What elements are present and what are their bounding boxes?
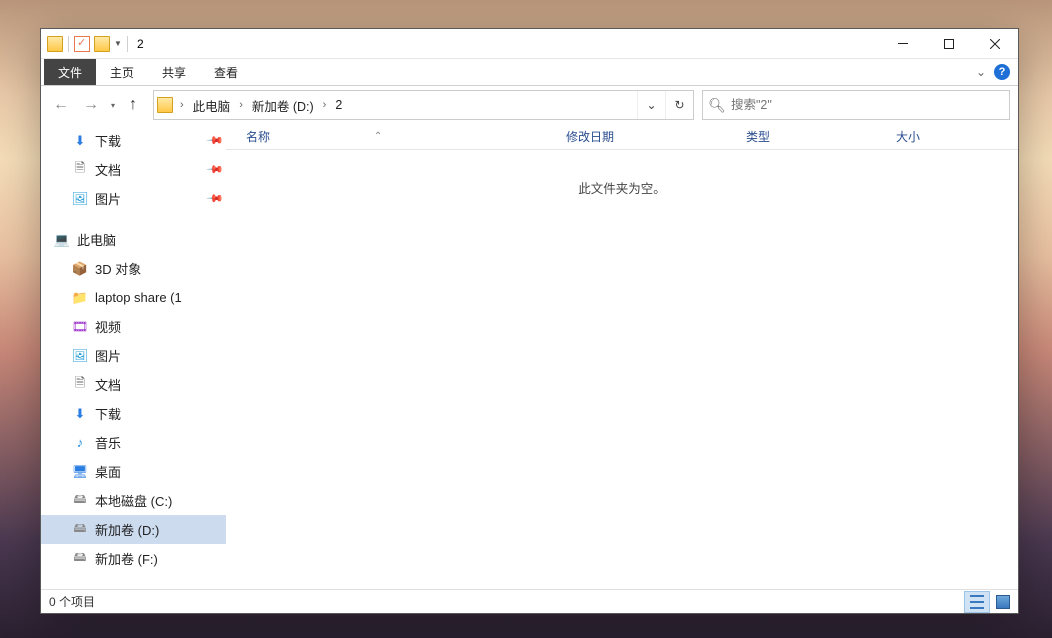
sidebar-item-pictures[interactable]: 🖼图片 <box>41 341 226 370</box>
thumbnails-view-icon <box>996 595 1010 609</box>
sidebar-item-documents[interactable]: 🗎文档📌 <box>41 155 226 184</box>
column-name[interactable]: 名称⌃ <box>246 128 566 145</box>
search-box[interactable]: 🔍︎ <box>702 90 1010 120</box>
close-button[interactable] <box>972 29 1018 59</box>
sidebar-item-disk-d[interactable]: 🖴新加卷 (D:) <box>41 515 226 544</box>
minimize-button[interactable] <box>880 29 926 59</box>
navigation-pane[interactable]: ⬇下载📌 🗎文档📌 🖼图片📌 💻此电脑 📦3D 对象 📁laptop share… <box>41 124 226 589</box>
title-bar[interactable]: ▼ 2 <box>41 29 1018 59</box>
sidebar-item-disk-e[interactable]: 🖴新加卷 (F:) <box>41 544 226 573</box>
tab-view[interactable]: 查看 <box>200 59 252 85</box>
sidebar-item-desktop[interactable]: 🖥桌面 <box>41 457 226 486</box>
sidebar-item-downloads[interactable]: ⬇下载📌 <box>41 126 226 155</box>
details-view-button[interactable] <box>964 591 990 613</box>
sidebar-item-laptop-share[interactable]: 📁laptop share (1 <box>41 283 226 312</box>
chevron-right-icon[interactable]: › <box>176 99 188 111</box>
tab-file[interactable]: 文件 <box>44 59 96 85</box>
pin-icon: 📌 <box>206 131 225 150</box>
column-size[interactable]: 大小 <box>896 128 996 145</box>
tab-share[interactable]: 共享 <box>148 59 200 85</box>
tab-home[interactable]: 主页 <box>96 59 148 85</box>
qat-dropdown-icon[interactable]: ▼ <box>114 36 122 52</box>
sidebar-item-this-pc[interactable]: 💻此电脑 <box>41 225 226 254</box>
up-button[interactable]: ↑ <box>121 91 145 119</box>
column-date[interactable]: 修改日期 <box>566 128 746 145</box>
history-dropdown-icon[interactable]: ▾ <box>107 101 119 110</box>
app-icon[interactable] <box>47 36 63 52</box>
explorer-window: ▼ 2 文件 主页 共享 查看 ⌄ ? ← → ▾ ↑ › 此电脑 › <box>40 28 1019 614</box>
breadcrumb-folder[interactable]: 2 <box>330 98 347 112</box>
breadcrumb-drive[interactable]: 新加卷 (D:) <box>247 96 319 115</box>
sidebar-item-downloads[interactable]: ⬇下载 <box>41 399 226 428</box>
maximize-button[interactable] <box>926 29 972 59</box>
status-bar: 0 个项目 <box>41 589 1018 613</box>
properties-icon[interactable] <box>74 36 90 52</box>
address-bar[interactable]: › 此电脑 › 新加卷 (D:) › 2 ⌄ ↻ <box>153 90 694 120</box>
back-button[interactable]: ← <box>47 91 75 119</box>
column-headers: 名称⌃ 修改日期 类型 大小 <box>226 124 1018 150</box>
sidebar-item-videos[interactable]: 🎞视频 <box>41 312 226 341</box>
sidebar-item-documents[interactable]: 🗎文档 <box>41 370 226 399</box>
item-count: 0 个项目 <box>49 593 95 610</box>
sidebar-item-3d-objects[interactable]: 📦3D 对象 <box>41 254 226 283</box>
search-icon: 🔍︎ <box>703 97 731 114</box>
chevron-right-icon[interactable]: › <box>319 99 331 111</box>
address-dropdown-icon[interactable]: ⌄ <box>637 91 665 119</box>
pin-icon: 📌 <box>206 189 225 208</box>
refresh-button[interactable]: ↻ <box>665 91 693 119</box>
file-list-area[interactable]: 名称⌃ 修改日期 类型 大小 此文件夹为空。 <box>226 124 1018 589</box>
new-folder-icon[interactable] <box>94 36 110 52</box>
ribbon-tabs: 文件 主页 共享 查看 ⌄ ? <box>41 59 1018 85</box>
window-title: 2 <box>137 37 144 51</box>
navigation-bar: ← → ▾ ↑ › 此电脑 › 新加卷 (D:) › 2 ⌄ ↻ 🔍︎ <box>41 86 1018 124</box>
sidebar-item-pictures[interactable]: 🖼图片📌 <box>41 184 226 213</box>
breadcrumb-root[interactable]: 此电脑 <box>188 96 236 115</box>
column-type[interactable]: 类型 <box>746 128 896 145</box>
empty-folder-message: 此文件夹为空。 <box>226 150 1018 589</box>
help-icon[interactable]: ? <box>994 64 1010 80</box>
folder-icon <box>157 97 173 113</box>
details-view-icon <box>970 595 984 609</box>
chevron-right-icon[interactable]: › <box>235 99 247 111</box>
forward-button: → <box>77 91 105 119</box>
expand-ribbon-icon[interactable]: ⌄ <box>976 65 986 79</box>
quick-access-toolbar: ▼ <box>41 36 129 52</box>
sidebar-item-disk-c[interactable]: 🖴本地磁盘 (C:) <box>41 486 226 515</box>
sort-indicator-icon: ⌃ <box>374 131 382 142</box>
sidebar-item-music[interactable]: ♪音乐 <box>41 428 226 457</box>
pin-icon: 📌 <box>206 160 225 179</box>
search-input[interactable] <box>731 98 1009 112</box>
thumbnails-view-button[interactable] <box>990 591 1016 613</box>
